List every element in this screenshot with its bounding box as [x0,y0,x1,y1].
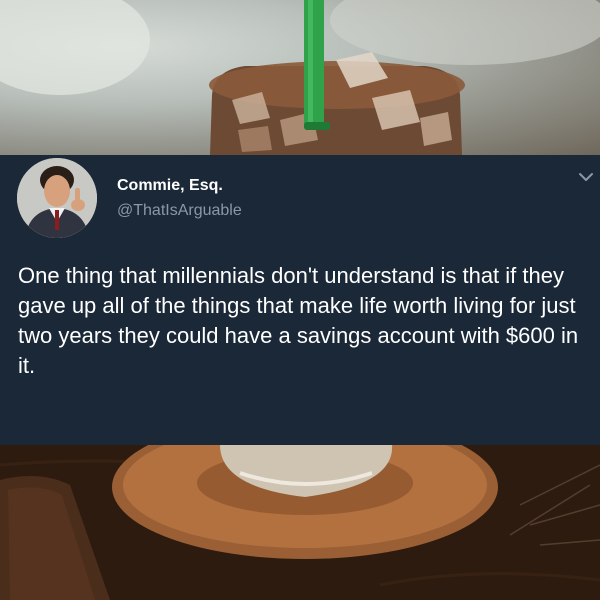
saucer-illustration [0,445,600,600]
chevron-down-icon[interactable] [578,170,594,182]
background-photo-iced-coffee [0,0,600,155]
background-photo-saucer [0,445,600,600]
tweet-text: One thing that millennials don't underst… [18,263,579,378]
avatar[interactable] [17,158,97,238]
iced-coffee-illustration [0,0,600,155]
author-name[interactable]: Commie, Esq. [117,177,223,195]
author-handle[interactable]: @ThatIsArguable [117,202,242,220]
avatar-image [17,158,97,238]
